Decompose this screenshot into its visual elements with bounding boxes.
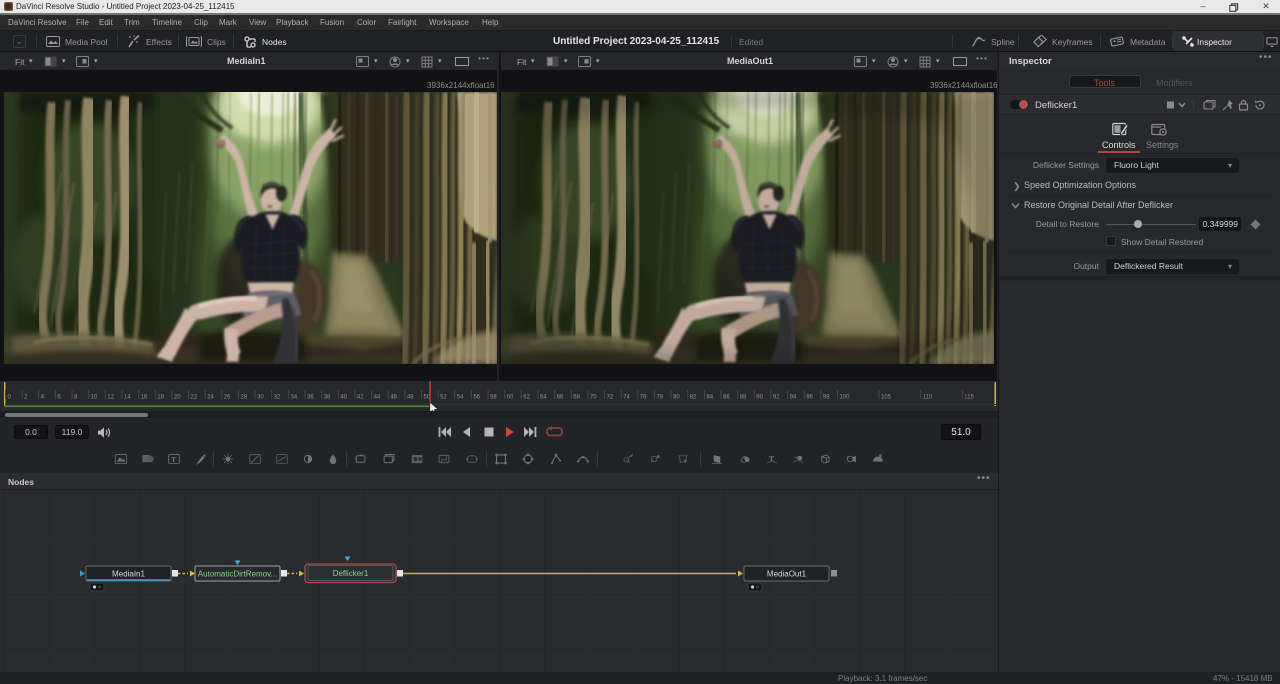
svg-text:94: 94 (790, 395, 797, 401)
svg-text:100: 100 (840, 395, 851, 401)
svg-text:98: 98 (823, 395, 830, 401)
svg-text:42: 42 (357, 395, 364, 401)
svg-text:46: 46 (390, 395, 397, 401)
svg-text:40: 40 (340, 395, 347, 401)
svg-text:22: 22 (191, 395, 198, 401)
svg-text:52: 52 (440, 395, 447, 401)
svg-text:62: 62 (523, 395, 530, 401)
svg-text:44: 44 (374, 395, 381, 401)
svg-text:86: 86 (723, 395, 730, 401)
svg-text:58: 58 (490, 395, 497, 401)
svg-text:38: 38 (324, 395, 331, 401)
svg-text:30: 30 (257, 395, 264, 401)
svg-text:68: 68 (573, 395, 580, 401)
svg-text:54: 54 (457, 395, 464, 401)
svg-text:2: 2 (24, 395, 28, 401)
svg-text:96: 96 (806, 395, 813, 401)
svg-text:115: 115 (964, 395, 974, 401)
svg-text:64: 64 (540, 395, 547, 401)
svg-text:36: 36 (307, 395, 314, 401)
svg-text:56: 56 (473, 395, 480, 401)
svg-text:Deflicker1: Deflicker1 (333, 569, 369, 578)
svg-text:14: 14 (124, 395, 131, 401)
svg-text:26: 26 (224, 395, 231, 401)
svg-text:MediaIn1: MediaIn1 (112, 570, 145, 579)
svg-text:105: 105 (881, 395, 892, 401)
svg-text:70: 70 (590, 395, 597, 401)
svg-text:34: 34 (290, 395, 297, 401)
svg-text:48: 48 (407, 395, 414, 401)
svg-text:76: 76 (640, 395, 647, 401)
svg-text:0: 0 (8, 395, 12, 401)
svg-text:AutomaticDirtRemov...: AutomaticDirtRemov... (198, 570, 277, 579)
svg-text:74: 74 (623, 395, 630, 401)
svg-text:82: 82 (690, 395, 697, 401)
svg-text:84: 84 (706, 395, 713, 401)
svg-text:110: 110 (923, 395, 933, 401)
svg-text:8: 8 (74, 395, 78, 401)
svg-text:16: 16 (141, 395, 148, 401)
svg-text:66: 66 (557, 395, 564, 401)
svg-text:24: 24 (207, 395, 214, 401)
svg-text:20: 20 (174, 395, 181, 401)
svg-text:60: 60 (507, 395, 514, 401)
svg-text:80: 80 (673, 395, 680, 401)
svg-text:92: 92 (773, 395, 780, 401)
svg-text:88: 88 (740, 395, 747, 401)
svg-text:4: 4 (41, 395, 45, 401)
svg-text:12: 12 (107, 395, 114, 401)
svg-text:T: T (171, 455, 176, 464)
svg-text:78: 78 (657, 395, 664, 401)
svg-text:10: 10 (91, 395, 98, 401)
svg-text:6: 6 (57, 395, 61, 401)
svg-text:MediaOut1: MediaOut1 (767, 570, 807, 579)
svg-text:18: 18 (157, 395, 164, 401)
svg-text:90: 90 (756, 395, 763, 401)
svg-text:28: 28 (241, 395, 248, 401)
svg-text:32: 32 (274, 395, 281, 401)
svg-text:72: 72 (607, 395, 614, 401)
